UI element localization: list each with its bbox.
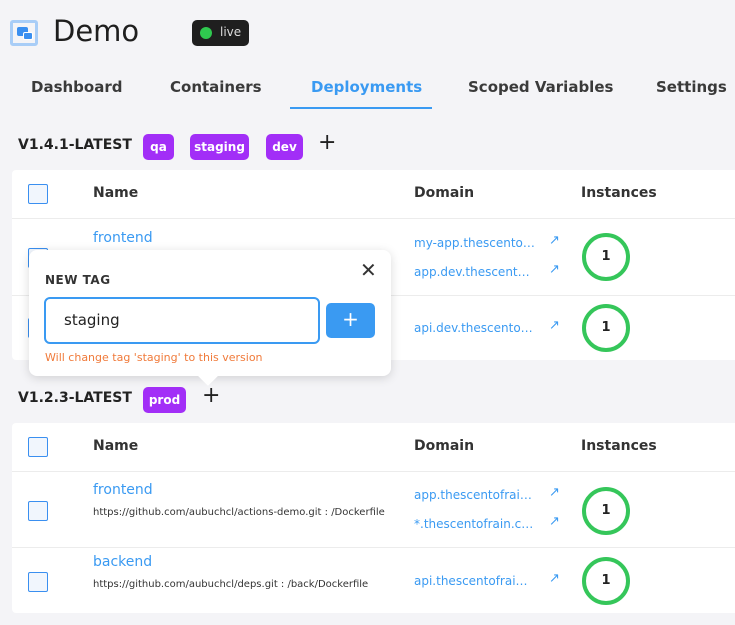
column-instances: Instances [581,438,657,454]
tag-hint-text: Will change tag 'staging' to this versio… [45,351,263,364]
domain-link[interactable]: app.thescentofrai… [414,488,532,502]
external-link-icon[interactable]: ↗ [549,262,560,277]
add-tag-button[interactable]: + [318,130,336,155]
status-text: live [220,25,242,39]
tag-prod[interactable]: prod [143,387,186,413]
table-row: frontend https://github.com/aubuchcl/act… [12,472,735,548]
table-row: backend https://github.com/aubuchcl/deps… [12,548,735,613]
domain-link[interactable]: my-app.thescento… [414,236,535,250]
external-link-icon[interactable]: ↗ [549,233,560,248]
service-name-link[interactable]: frontend [93,230,153,246]
row-checkbox[interactable] [28,572,48,592]
service-name-link[interactable]: backend [93,554,152,570]
external-link-icon[interactable]: ↗ [549,318,560,333]
version-label: V1.2.3-LATEST [18,390,132,406]
external-link-icon[interactable]: ↗ [549,571,560,586]
new-tag-label: NEW TAG [45,273,111,287]
column-instances: Instances [581,185,657,201]
status-dot-icon [200,27,212,39]
version-label: V1.4.1-LATEST [18,137,132,153]
deployment-table: Name Domain Instances frontend https://g… [12,423,735,613]
source-path: https://github.com/aubuchcl/actions-demo… [93,507,385,518]
tab-containers[interactable]: Containers [170,78,262,96]
new-tag-popover: NEW TAG ✕ staging + Will change tag 'sta… [29,250,391,386]
table-header: Name Domain Instances [12,423,735,472]
domain-link[interactable]: app.dev.thescent… [414,265,530,279]
add-tag-button[interactable]: + [202,383,220,408]
select-all-checkbox[interactable] [28,437,48,457]
column-domain: Domain [414,185,475,201]
row-checkbox[interactable] [28,501,48,521]
app-logo-icon [10,20,38,46]
active-tab-indicator [290,107,432,109]
service-name-link[interactable]: frontend [93,482,153,498]
tab-dashboard[interactable]: Dashboard [31,78,122,96]
tag-staging[interactable]: staging [190,134,249,160]
close-icon[interactable]: ✕ [360,258,377,282]
source-path: https://github.com/aubuchcl/deps.git : /… [93,579,369,590]
column-name: Name [93,185,139,201]
tag-qa[interactable]: qa [143,134,174,160]
table-header: Name Domain Instances [12,170,735,219]
select-all-checkbox[interactable] [28,184,48,204]
external-link-icon[interactable]: ↗ [549,485,560,500]
column-domain: Domain [414,438,475,454]
column-name: Name [93,438,139,454]
page-title: Demo [53,14,140,48]
external-link-icon[interactable]: ↗ [549,514,560,529]
tag-dev[interactable]: dev [266,134,303,160]
tab-scoped-variables[interactable]: Scoped Variables [468,78,613,96]
tab-settings[interactable]: Settings [656,78,727,96]
domain-link[interactable]: api.dev.thescento… [414,321,533,335]
instances-count: 1 [582,233,630,281]
add-tag-submit-button[interactable]: + [326,303,375,338]
instances-count: 1 [582,557,630,605]
status-badge: live [192,20,249,46]
tab-deployments[interactable]: Deployments [311,78,422,96]
instances-count: 1 [582,487,630,535]
new-tag-input[interactable]: staging [44,297,320,344]
domain-link[interactable]: *.thescentofrain.c… [414,517,533,531]
instances-count: 1 [582,304,630,352]
domain-link[interactable]: api.thescentofrai… [414,574,528,588]
